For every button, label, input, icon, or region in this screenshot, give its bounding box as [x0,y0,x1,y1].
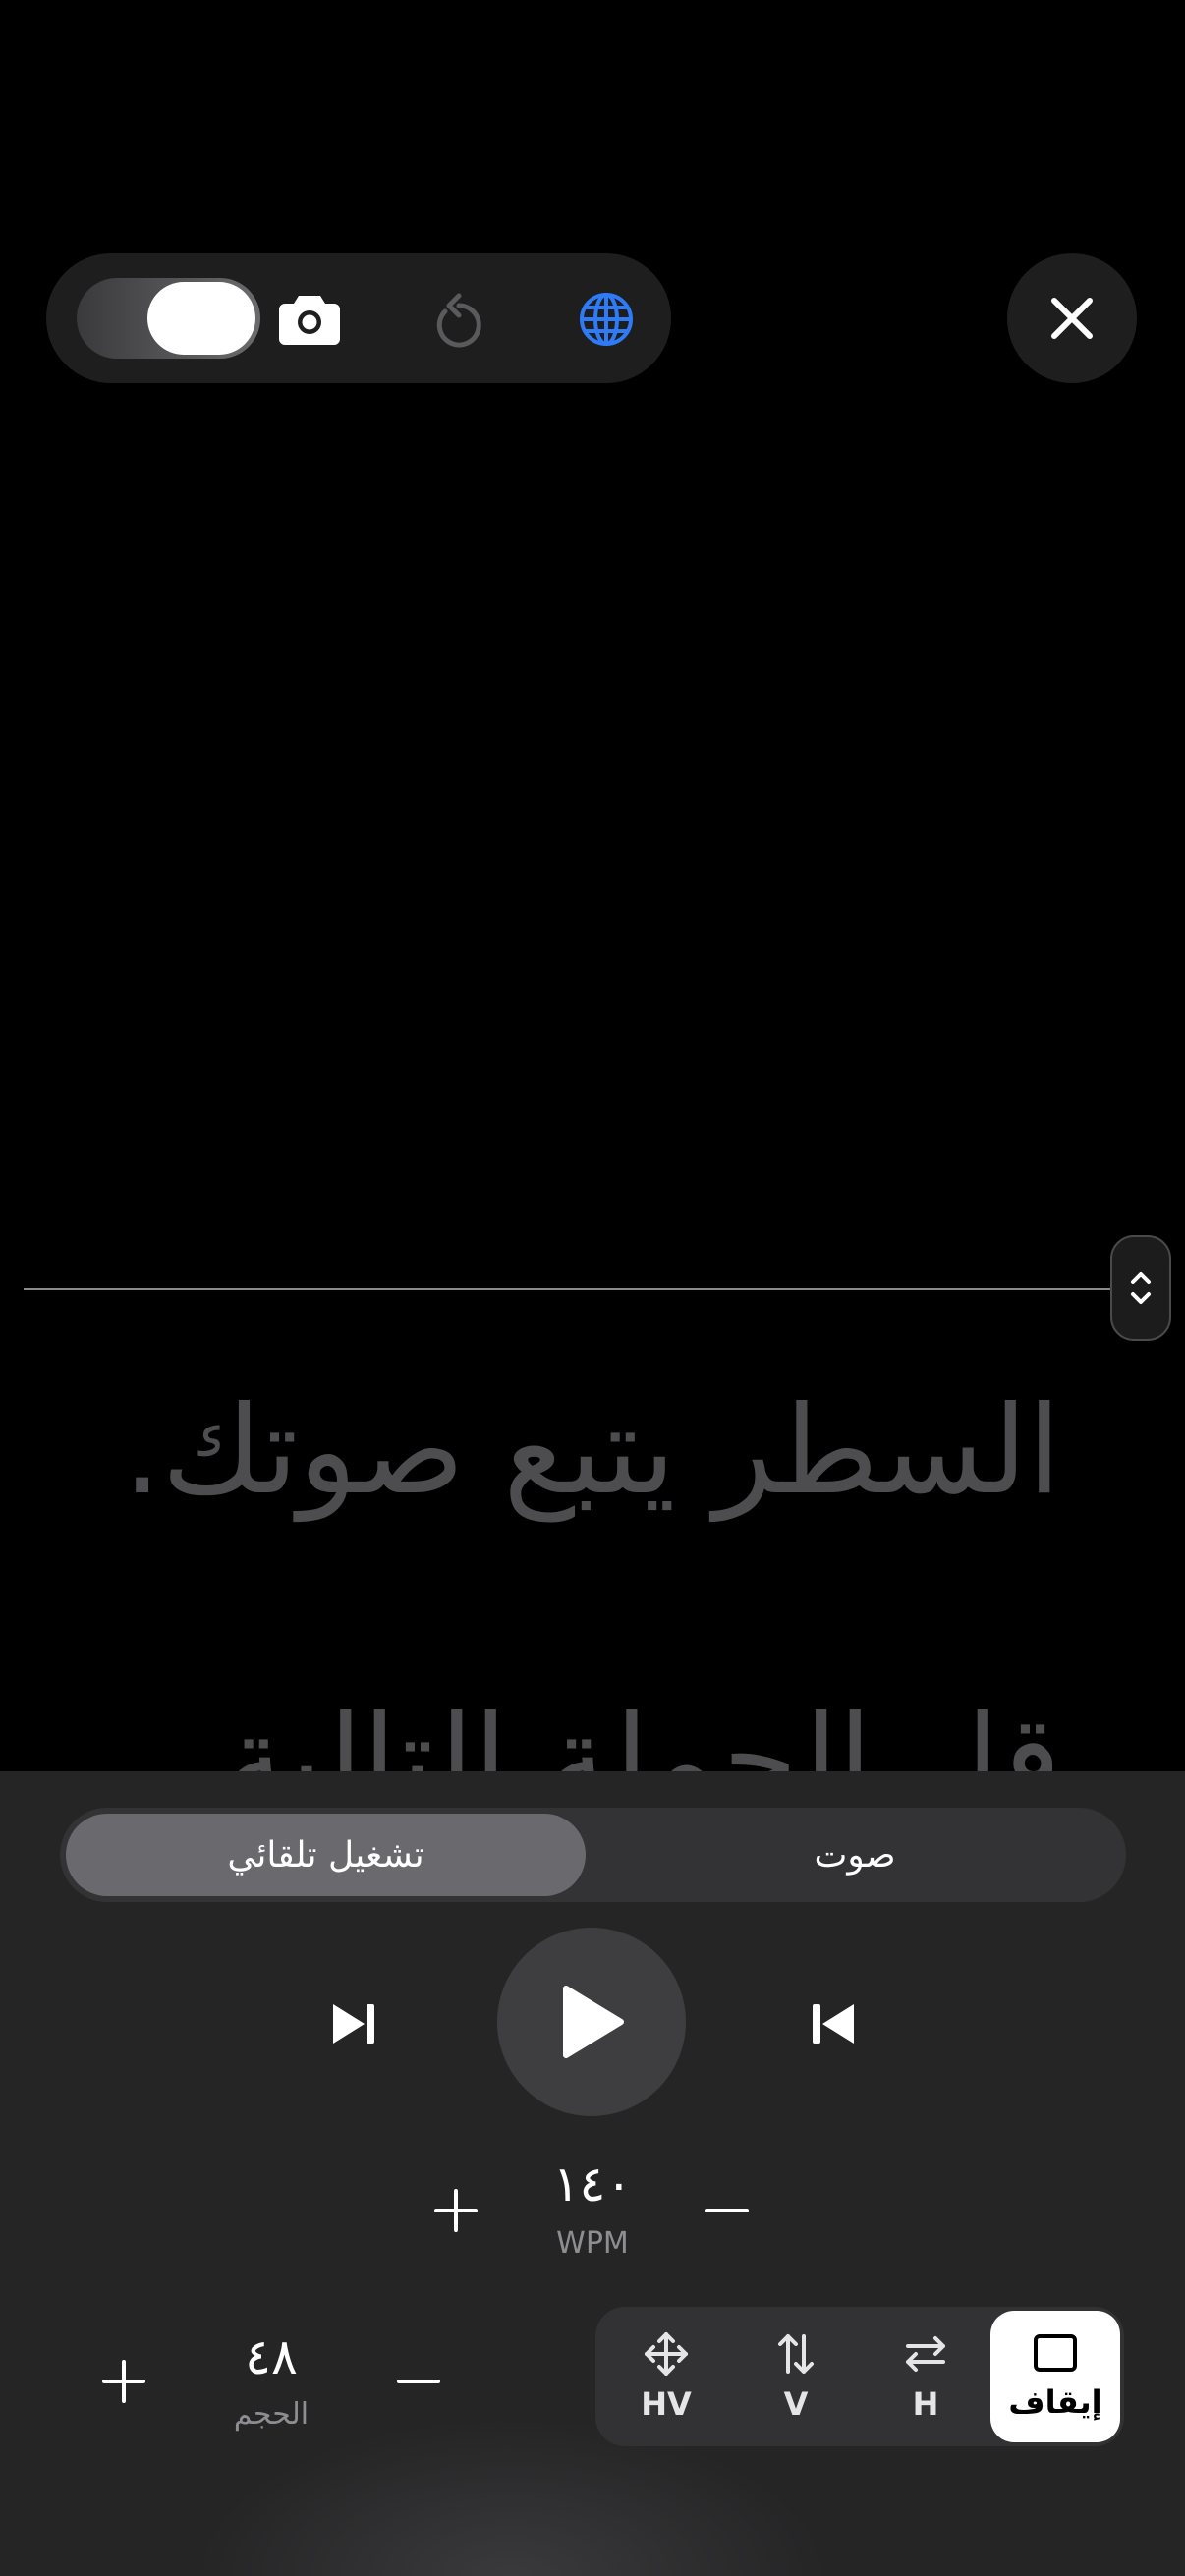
speed-decrease-button[interactable] [700,2183,755,2238]
script-line-current: السطر يتبع صوتك. [123,1380,1061,1522]
speed-increase-button[interactable] [428,2183,483,2238]
size-label: الحجم [233,2397,310,2432]
minus-icon [397,2380,440,2383]
skip-forward-icon [333,2004,374,2044]
plus-icon [102,2360,145,2403]
camera-icon[interactable] [275,285,344,354]
mode-h-label: H [912,2385,939,2423]
mode-off[interactable]: إيقاف [990,2311,1120,2442]
minus-icon [705,2209,749,2212]
size-decrease-button[interactable] [391,2354,446,2409]
plus-icon [434,2189,478,2232]
segment-autoplay[interactable]: تشغيل تلقائي [66,1814,586,1896]
close-icon [1051,298,1093,339]
speed-unit: WPM [556,2226,629,2261]
arrows-vertical-icon [778,2334,814,2374]
guide-handle[interactable] [1110,1235,1171,1341]
mode-off-label: إيقاف [1008,2383,1102,2421]
size-increase-button[interactable] [96,2354,151,2409]
move-icon [645,2332,688,2376]
skip-back-button[interactable] [794,1985,873,2063]
size-value: ٤٨ [245,2328,298,2385]
skip-forward-button[interactable] [314,1985,393,2063]
mode-h[interactable]: H [861,2311,990,2442]
mode-v-label: V [783,2385,809,2423]
globe-icon[interactable] [572,285,641,354]
play-button[interactable] [497,1928,686,2116]
play-icon [563,1986,624,2058]
skip-back-icon [813,2004,854,2044]
speed-value: ١٤٠ [552,2156,633,2212]
toggle-knob [147,282,255,355]
mode-hv-label: HV [641,2385,692,2423]
undo-icon[interactable] [424,285,493,354]
mode-v[interactable]: V [731,2311,861,2442]
segment-voice[interactable]: صوت [590,1814,1120,1896]
reading-guide-line [24,1288,1110,1290]
mode-hv[interactable]: HV [601,2311,731,2442]
arrows-horizontal-icon [906,2336,945,2372]
chevron-up-down-icon [1131,1272,1151,1304]
close-button[interactable] [1007,253,1137,383]
square-icon [1034,2334,1077,2372]
